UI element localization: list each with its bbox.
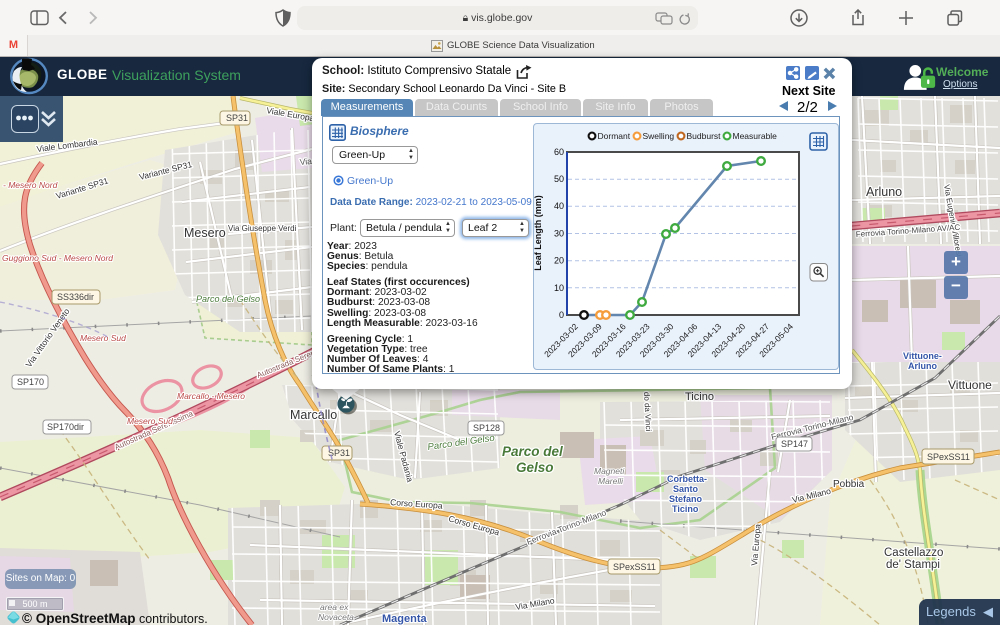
- svg-text:Mesero: Mesero: [184, 226, 226, 240]
- svg-text:SP31: SP31: [226, 113, 248, 123]
- svg-text:Arluno: Arluno: [908, 361, 937, 371]
- svg-text:SPexSS11: SPexSS11: [927, 452, 970, 462]
- svg-text:Marcallo - Mesero: Marcallo - Mesero: [177, 391, 245, 401]
- svg-text:SP147: SP147: [781, 439, 808, 449]
- svg-text:Guggiono Sud - Mesero Nord: Guggiono Sud - Mesero Nord: [2, 253, 113, 263]
- svg-text:Santo: Santo: [673, 484, 699, 494]
- svg-text:Pobbia: Pobbia: [833, 479, 865, 490]
- svg-text:50: 50: [554, 174, 564, 184]
- svg-text:Dormant: Dormant: [598, 131, 631, 141]
- svg-text:Budburst: Budburst: [687, 131, 722, 141]
- svg-text:area ex: area ex: [320, 602, 349, 612]
- svg-text:30: 30: [554, 229, 564, 239]
- svg-text:Marcallo: Marcallo: [290, 408, 337, 422]
- svg-text:SP170dir: SP170dir: [47, 422, 84, 432]
- svg-text:SP170: SP170: [17, 377, 44, 387]
- svg-text:SPexSS11: SPexSS11: [613, 562, 656, 572]
- svg-text:Marelli: Marelli: [598, 476, 624, 486]
- svg-text:Mesero Sud: Mesero Sud: [127, 416, 173, 426]
- svg-text:20: 20: [554, 256, 564, 266]
- svg-text:Novaceta: Novaceta: [318, 612, 354, 622]
- svg-text:60: 60: [554, 147, 564, 157]
- svg-text:Magenta: Magenta: [382, 613, 428, 625]
- svg-text:Magneti: Magneti: [594, 466, 625, 476]
- svg-text:Parco del: Parco del: [502, 444, 563, 459]
- svg-text:Leaf Length (mm): Leaf Length (mm): [533, 195, 543, 271]
- svg-text:Via Giuseppe Verdi: Via Giuseppe Verdi: [228, 224, 297, 233]
- svg-text:Arluno: Arluno: [866, 185, 902, 199]
- svg-text:Corbetta-: Corbetta-: [667, 474, 707, 484]
- svg-text:- Mesero Nord: - Mesero Nord: [3, 180, 58, 190]
- svg-text:Ticino: Ticino: [672, 504, 699, 514]
- svg-text:Gelso: Gelso: [516, 460, 554, 475]
- svg-text:40: 40: [554, 201, 564, 211]
- svg-text:Ticino: Ticino: [685, 391, 714, 403]
- svg-text:de' Stampi: de' Stampi: [886, 559, 940, 571]
- svg-text:SP128: SP128: [473, 423, 500, 433]
- svg-text:Vittuone: Vittuone: [948, 378, 992, 392]
- svg-text:Measurable: Measurable: [733, 131, 778, 141]
- svg-text:Parco del Gelso: Parco del Gelso: [196, 294, 260, 304]
- svg-text:Vittuone-: Vittuone-: [903, 351, 942, 361]
- svg-text:Castellazzo: Castellazzo: [884, 547, 943, 559]
- svg-text:0: 0: [559, 310, 564, 320]
- svg-text:Stefano: Stefano: [669, 494, 703, 504]
- svg-text:SS336dir: SS336dir: [57, 292, 94, 302]
- svg-text:Swelling: Swelling: [643, 131, 675, 141]
- svg-text:10: 10: [554, 283, 564, 293]
